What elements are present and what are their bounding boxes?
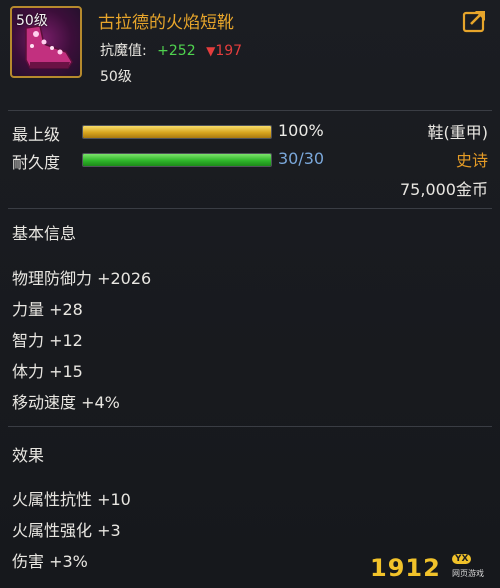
divider (8, 110, 492, 111)
grade-label: 最上级 (12, 125, 61, 144)
site-watermark: 1912 YX 网页游戏 (370, 554, 490, 582)
divider (8, 208, 492, 209)
flame-boots-icon[interactable]: 50级 (10, 6, 82, 78)
down-arrow-icon: ▼ (206, 44, 216, 58)
stat-intelligence: 智力 +12 (12, 331, 83, 350)
divider (8, 426, 492, 427)
item-price: 75,000金币 (400, 180, 488, 199)
item-level: 50级 (100, 69, 132, 85)
item-rarity: 史诗 (455, 151, 488, 170)
stat-strength: 力量 +28 (12, 300, 83, 319)
magic-resist-decrease: ▼197 (206, 43, 242, 59)
stat-damage: 伤害 +3% (12, 552, 88, 571)
durability-value: 30/30 (278, 149, 325, 168)
stat-fire-resist: 火属性抗性 +10 (12, 490, 131, 509)
durability-bar (82, 153, 272, 167)
item-name: 古拉德的火焰短靴 (98, 13, 234, 33)
share-button[interactable] (462, 8, 488, 34)
watermark-subtitle: 网页游戏 (452, 569, 484, 578)
stat-fire-enhance: 火属性强化 +3 (12, 521, 121, 540)
basic-info-title: 基本信息 (12, 224, 77, 243)
watermark-badge: YX (452, 554, 472, 564)
watermark-logo: 1912 (370, 554, 441, 582)
grade-value: 100% (278, 121, 324, 140)
grade-bar (82, 125, 272, 139)
stat-physical-defense: 物理防御力 +2026 (12, 269, 152, 288)
share-icon (462, 11, 485, 33)
stat-move-speed: 移动速度 +4% (12, 393, 120, 412)
magic-resist-decrease-value: 197 (215, 43, 243, 59)
item-tooltip: 50级 古拉德的火焰短靴 抗魔值: +252 ▼197 50级 最上级 100%… (0, 0, 500, 588)
magic-resist-row: 抗魔值: +252 ▼197 (100, 40, 242, 60)
magic-resist-label: 抗魔值: (100, 43, 147, 59)
stat-vitality: 体力 +15 (12, 362, 83, 381)
grade-row: 最上级 100% (12, 121, 352, 144)
item-type: 鞋(重甲) (427, 123, 489, 142)
grade-bar-fill (83, 126, 271, 138)
durability-label: 耐久度 (12, 153, 61, 172)
effects-title: 效果 (12, 446, 45, 465)
magic-resist-increase: +252 (157, 43, 196, 59)
durability-bar-fill (83, 154, 271, 166)
item-level-tag: 50级 (16, 13, 48, 29)
durability-row: 耐久度 30/30 (12, 149, 352, 172)
